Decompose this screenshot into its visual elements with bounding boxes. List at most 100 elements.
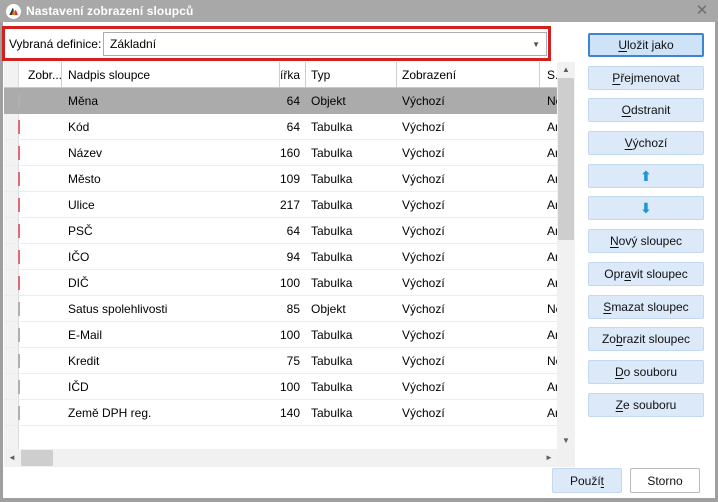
table-row[interactable]: Měna 64 Objekt Výchozí Ne (4, 88, 557, 114)
cell-type: Tabulka (306, 172, 397, 186)
cell-display: Výchozí (397, 120, 540, 134)
dialog-body: Vybraná definice: Základní ▼ Zobr... Nad… (3, 22, 715, 498)
button-label: řejmenovat (620, 71, 679, 85)
row-checkbox[interactable] (18, 276, 20, 290)
to-file-button[interactable]: Do souboru (588, 360, 704, 384)
vertical-scrollbar-thumb[interactable] (558, 78, 574, 240)
edit-column-button[interactable]: Opravit sloupec (588, 262, 704, 286)
cell-column-title: Ulice (62, 198, 280, 212)
definition-combobox[interactable]: Základní ▼ (103, 32, 547, 56)
cell-type: Tabulka (306, 380, 397, 394)
table-row[interactable]: Ulice 217 Tabulka Výchozí Ar (4, 192, 557, 218)
button-label: Zo (602, 332, 616, 346)
cell-display: Výchozí (397, 146, 540, 160)
cell-column-title: DIČ (62, 276, 280, 290)
scroll-up-icon[interactable]: ▲ (557, 62, 575, 78)
titlebar[interactable]: Nastavení zobrazení sloupců ✕ (0, 0, 718, 22)
button-accesskey: S (603, 300, 611, 314)
chevron-down-icon[interactable]: ▼ (532, 40, 540, 49)
cell-s: Ar (540, 120, 557, 134)
cell-column-title: Země DPH reg. (62, 406, 280, 420)
move-up-button[interactable]: ⬆ (588, 164, 704, 188)
table-row[interactable]: Satus spolehlivosti 85 Objekt Výchozí Ne (4, 296, 557, 322)
table-row[interactable]: Název 160 Tabulka Výchozí Ar (4, 140, 557, 166)
cell-s: Ne (540, 94, 557, 108)
header-column-title[interactable]: Nadpis sloupce (62, 62, 280, 87)
scroll-left-icon[interactable]: ◄ (4, 449, 20, 467)
table-row[interactable]: IČD 100 Tabulka Výchozí Ar (4, 374, 557, 400)
cell-type: Tabulka (306, 276, 397, 290)
cell-display: Výchozí (397, 302, 540, 316)
table-row[interactable]: Země DPH reg. 140 Tabulka Výchozí Ar (4, 400, 557, 426)
row-checkbox-cell (18, 94, 62, 108)
cell-width: 160 (280, 146, 306, 160)
table-row[interactable]: DIČ 100 Tabulka Výchozí Ar (4, 270, 557, 296)
columns-table: Zobr... Nadpis sloupce Šířka Typ Zobraze… (4, 62, 557, 449)
table-row[interactable]: Kredit 75 Tabulka Výchozí Ne (4, 348, 557, 374)
cell-s: Ne (540, 302, 557, 316)
row-checkbox[interactable] (18, 406, 20, 420)
cell-display: Výchozí (397, 94, 540, 108)
scroll-right-icon[interactable]: ► (541, 449, 557, 467)
default-button[interactable]: Výchozí (588, 131, 704, 155)
cell-s: Ne (540, 354, 557, 368)
from-file-button[interactable]: Ze souboru (588, 393, 704, 417)
cancel-label: Storno (647, 474, 682, 488)
row-checkbox[interactable] (18, 250, 20, 264)
row-checkbox-cell (18, 120, 62, 134)
horizontal-scrollbar-thumb[interactable] (21, 450, 53, 466)
row-checkbox-cell (18, 250, 62, 264)
row-checkbox[interactable] (18, 328, 20, 342)
cell-width: 75 (280, 354, 306, 368)
cell-width: 85 (280, 302, 306, 316)
table-row[interactable]: IČO 94 Tabulka Výchozí Ar (4, 244, 557, 270)
horizontal-scrollbar[interactable]: ◄ ► (4, 449, 557, 467)
cell-s: Ar (540, 328, 557, 342)
header-type[interactable]: Typ (306, 62, 397, 87)
apply-button[interactable]: Použít (552, 468, 622, 493)
header-width[interactable]: Šířka (280, 62, 306, 87)
new-column-button[interactable]: Nový sloupec (588, 229, 704, 253)
button-label: razit sloupec (623, 332, 690, 346)
table-row[interactable]: Kód 64 Tabulka Výchozí Ar (4, 114, 557, 140)
delete-column-button[interactable]: Smazat sloupec (588, 295, 704, 319)
save-as-button[interactable]: Uložit jako (588, 33, 704, 57)
row-checkbox[interactable] (18, 120, 20, 134)
close-icon[interactable]: ✕ (693, 1, 711, 19)
table-row[interactable]: Město 109 Tabulka Výchozí Ar (4, 166, 557, 192)
row-checkbox[interactable] (18, 146, 20, 160)
header-show[interactable]: Zobr... (18, 62, 62, 87)
cell-column-title: PSČ (62, 224, 280, 238)
cancel-button[interactable]: Storno (630, 468, 700, 493)
scroll-down-icon[interactable]: ▼ (557, 433, 575, 449)
cell-width: 64 (280, 120, 306, 134)
cell-column-title: Satus spolehlivosti (62, 302, 280, 316)
row-checkbox[interactable] (18, 380, 20, 394)
cell-type: Tabulka (306, 224, 397, 238)
cell-display: Výchozí (397, 276, 540, 290)
header-display[interactable]: Zobrazení (397, 62, 540, 87)
cell-display: Výchozí (397, 354, 540, 368)
row-checkbox[interactable] (18, 224, 20, 238)
button-label: mazat sloupec (611, 300, 688, 314)
move-down-button[interactable]: ⬇ (588, 196, 704, 220)
cell-s: Ar (540, 172, 557, 186)
app-logo-icon (6, 4, 21, 19)
button-accesskey: U (618, 38, 627, 52)
table-row[interactable]: PSČ 64 Tabulka Výchozí Ar (4, 218, 557, 244)
table-row[interactable]: E-Mail 100 Tabulka Výchozí Ar (4, 322, 557, 348)
row-checkbox-cell (18, 276, 62, 290)
row-checkbox[interactable] (18, 354, 20, 368)
cell-column-title: IČO (62, 250, 280, 264)
row-checkbox[interactable] (18, 94, 20, 108)
row-checkbox[interactable] (18, 172, 20, 186)
cell-column-title: Kód (62, 120, 280, 134)
row-checkbox-cell (18, 328, 62, 342)
remove-button[interactable]: Odstranit (588, 98, 704, 122)
show-column-button[interactable]: Zobrazit sloupec (588, 327, 704, 351)
rename-button[interactable]: Přejmenovat (588, 66, 704, 90)
row-checkbox[interactable] (18, 198, 20, 212)
row-checkbox[interactable] (18, 302, 20, 316)
header-s[interactable]: S.. (540, 62, 557, 87)
vertical-scrollbar[interactable]: ▲ ▼ (557, 62, 575, 449)
